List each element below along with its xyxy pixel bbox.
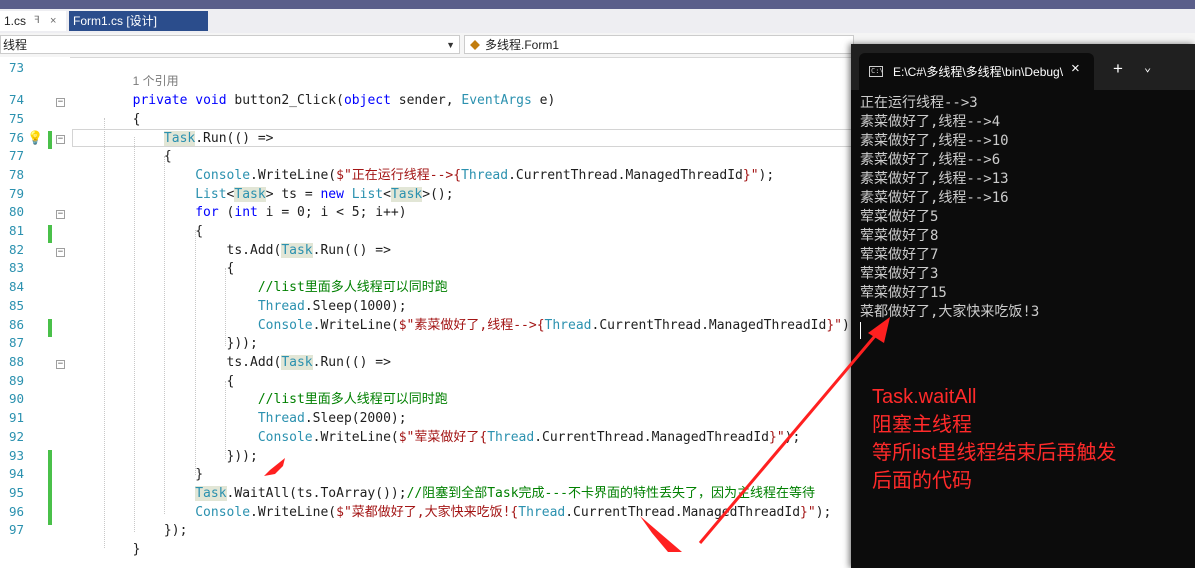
arrow-to-waitall (264, 458, 285, 476)
arrow-to-writeline (640, 516, 682, 552)
annotation-text: Task.waitAll 阻塞主线程 等所list里线程结束后再触发 后面的代码 (872, 386, 1117, 492)
arrow-to-console (698, 329, 882, 544)
